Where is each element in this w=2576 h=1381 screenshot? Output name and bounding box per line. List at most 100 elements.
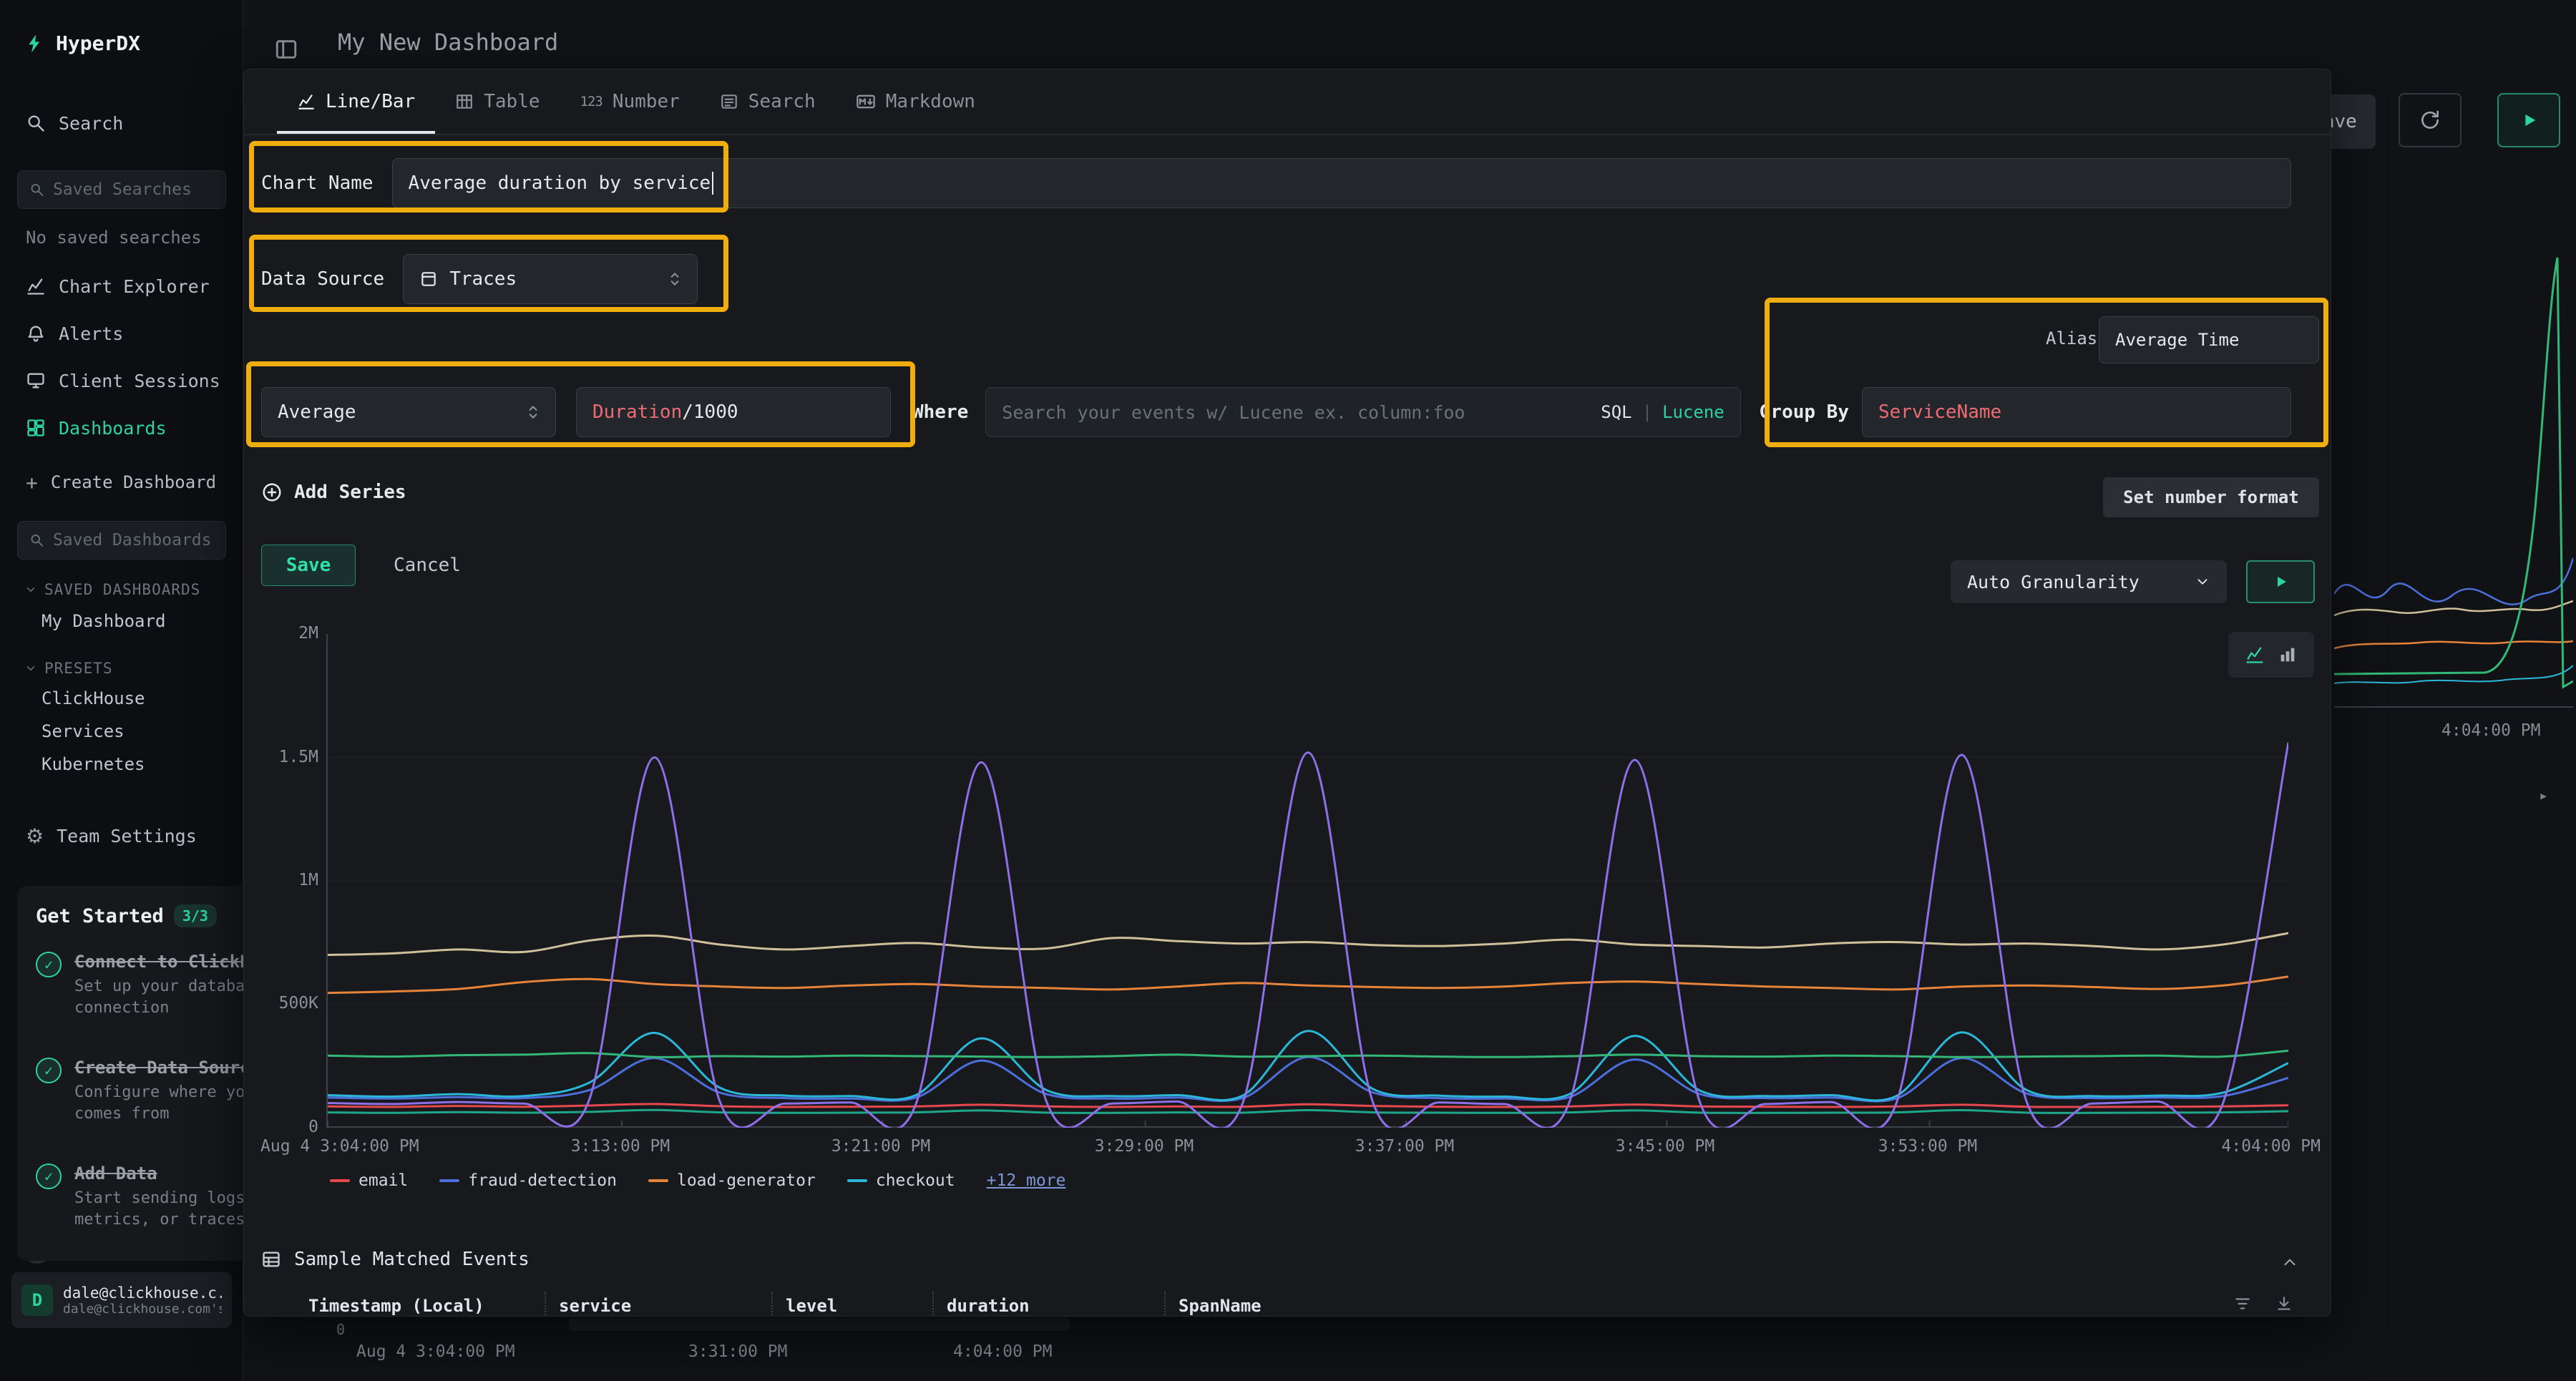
x-tick-label: 3:29:00 PM <box>1095 1137 1194 1156</box>
collapse-chevron-icon[interactable] <box>2280 1253 2299 1272</box>
sample-events-header[interactable]: Sample Matched Events <box>261 1249 530 1270</box>
table-icon <box>455 92 474 111</box>
aggregation-field-input[interactable]: Duration/1000 <box>576 387 891 437</box>
download-icon[interactable] <box>2275 1294 2293 1313</box>
check-circle-icon: ✓ <box>36 1163 62 1189</box>
legend-item-checkout[interactable]: checkout <box>847 1171 955 1190</box>
where-search-input[interactable]: SQL | Lucene <box>985 387 1740 437</box>
add-series-button[interactable]: Add Series <box>261 482 406 503</box>
search-icon <box>29 532 44 549</box>
tab-label: Number <box>613 91 680 112</box>
saved-dashboards-input[interactable] <box>17 521 226 560</box>
legend-item-fraud-detection[interactable]: fraud-detection <box>439 1171 617 1190</box>
sidebar-item-chart-explorer[interactable]: Chart Explorer <box>26 270 210 302</box>
aggregation-select[interactable]: Average <box>261 387 556 437</box>
table-header[interactable]: service <box>559 1296 631 1316</box>
chart-name-input[interactable]: Average duration by service <box>392 158 2291 208</box>
sidebar-item-kubernetes[interactable]: Kubernetes <box>42 754 145 774</box>
legend-label: load-generator <box>677 1171 816 1190</box>
tab-markdown[interactable]: Markdown <box>836 69 995 134</box>
section-saved-dashboards[interactable]: SAVED DASHBOARDS <box>24 581 232 598</box>
group-by-value: ServiceName <box>1878 401 2001 423</box>
chart-line-icon <box>26 276 46 296</box>
page: HyperDX Search No saved searches Chart E… <box>0 0 2576 1381</box>
table-header[interactable]: level <box>786 1296 837 1316</box>
hyperdx-logo-icon <box>24 33 46 54</box>
legend-more-link[interactable]: +12 more <box>987 1171 1066 1190</box>
chevron-down-icon <box>2195 574 2210 590</box>
toggle-divider: | <box>1642 402 1652 422</box>
tab-label: Line/Bar <box>326 91 415 112</box>
x-tick-label: 3:53:00 PM <box>1878 1137 1977 1156</box>
section-presets[interactable]: PRESETS <box>24 660 232 677</box>
tab-line-bar[interactable]: Line/Bar <box>277 69 435 134</box>
column-separator <box>932 1292 934 1317</box>
tab-number[interactable]: 123 Number <box>560 69 700 134</box>
legend-item-load-generator[interactable]: load-generator <box>648 1171 816 1190</box>
sidebar-item-dashboards[interactable]: Dashboards <box>26 412 167 444</box>
add-series-label: Add Series <box>294 482 406 503</box>
scroll-right-icon[interactable]: ▸ <box>2539 787 2548 805</box>
table-header[interactable]: duration <box>947 1296 1030 1316</box>
table-header[interactable]: SpanName <box>1179 1296 1262 1316</box>
lucene-toggle[interactable]: Lucene <box>1662 402 1724 422</box>
sidebar-item-clickhouse[interactable]: ClickHouse <box>42 688 145 708</box>
user-menu[interactable]: D dale@clickhouse.c... dale@clickhouse.c… <box>11 1272 232 1328</box>
where-search-field[interactable] <box>1002 402 1586 423</box>
set-number-format-label: Set number format <box>2123 487 2299 507</box>
table-header[interactable]: Timestamp (Local) <box>308 1296 484 1316</box>
legend-label: checkout <box>876 1171 955 1190</box>
plus-icon: + <box>26 471 38 494</box>
data-source-value: Traces <box>449 268 517 290</box>
chart-plot-area[interactable] <box>326 634 2287 1128</box>
sidebar-item-search[interactable]: Search <box>26 107 123 139</box>
sidebar-item-client-sessions[interactable]: Client Sessions <box>26 365 220 396</box>
sidebar-item-my-dashboard[interactable]: My Dashboard <box>42 611 165 631</box>
saved-searches-field[interactable] <box>53 180 214 199</box>
alias-value: Average Time <box>2115 330 2239 350</box>
granularity-value: Auto Granularity <box>1967 572 2140 592</box>
play-icon <box>2519 110 2539 130</box>
legend-item-email[interactable]: email <box>330 1171 408 1190</box>
create-dashboard-button[interactable]: + Create Dashboard <box>26 467 216 498</box>
series-frontend <box>328 933 2288 955</box>
series-load-generator <box>328 977 2288 993</box>
cancel-button[interactable]: Cancel <box>377 545 477 586</box>
sidebar-item-alerts[interactable]: Alerts <box>26 318 123 349</box>
series-row: Average Duration/1000 Where SQL | Lucene… <box>261 387 2291 437</box>
legend-label: email <box>358 1171 408 1190</box>
aggregation-field-suffix: /1000 <box>682 401 738 423</box>
tab-search[interactable]: Search <box>700 69 836 134</box>
run-query-button[interactable] <box>2497 93 2560 147</box>
sql-toggle[interactable]: SQL <box>1601 402 1631 422</box>
set-number-format-button[interactable]: Set number format <box>2103 477 2319 517</box>
check-circle-icon: ✓ <box>36 952 62 977</box>
saved-searches-input[interactable] <box>17 170 226 209</box>
group-by-input[interactable]: ServiceName <box>1862 387 2291 437</box>
user-email: dale@clickhouse.c... <box>63 1284 222 1302</box>
plus-circle-icon <box>261 482 283 503</box>
tab-table[interactable]: Table <box>435 69 560 134</box>
saved-dashboards-field[interactable] <box>53 531 214 550</box>
filter-icon[interactable] <box>2233 1294 2252 1313</box>
collapse-sidebar-button[interactable] <box>274 37 298 62</box>
save-button[interactable]: Save <box>261 545 356 586</box>
run-chart-button[interactable] <box>2246 560 2315 603</box>
data-source-select[interactable]: Traces <box>403 254 698 304</box>
chart-editor-modal: Line/Bar Table 123 Number Search Markdow… <box>243 69 2331 1317</box>
alias-input[interactable]: Average Time <box>2099 316 2319 363</box>
aggregation-field-value: Duration <box>592 401 682 423</box>
search-icon <box>29 181 44 198</box>
background-x-label: 3:31:00 PM <box>688 1342 787 1361</box>
refresh-button[interactable] <box>2399 93 2462 147</box>
granularity-select[interactable]: Auto Granularity <box>1951 560 2227 603</box>
sidebar-collapse-icon <box>274 37 298 62</box>
text-caret <box>712 172 713 195</box>
series-fraud-detection <box>328 1057 2288 1101</box>
brand[interactable]: HyperDX <box>24 31 140 55</box>
sidebar-item-team-settings[interactable]: ⚙ Team Settings <box>26 820 197 851</box>
sidebar-item-label: Search <box>59 113 123 134</box>
x-tick-label: 4:04:00 PM <box>2222 1137 2321 1156</box>
sidebar-item-services[interactable]: Services <box>42 721 125 741</box>
background-x-label: Aug 4 3:04:00 PM <box>356 1342 515 1361</box>
